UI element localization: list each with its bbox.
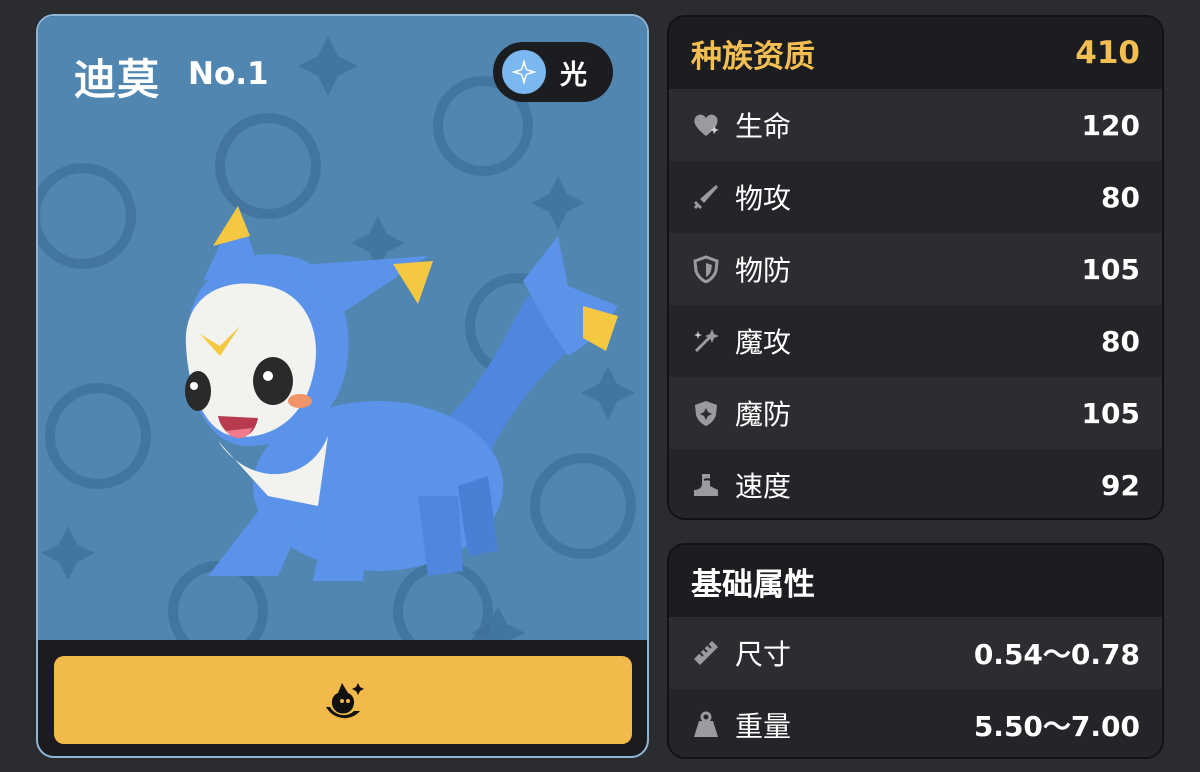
pet-silhouette-icon [326, 683, 364, 719]
stat-row-physical-defense: 物防 105 [669, 233, 1162, 305]
base-attributes-title: 基础属性 [691, 566, 815, 603]
heart-icon [691, 110, 721, 140]
attr-label: 重量 [735, 710, 792, 743]
stat-label: 生命 [735, 110, 792, 143]
pet-name: 迪莫 [74, 55, 161, 104]
species-stats-title: 种族资质 [691, 38, 815, 75]
base-attributes-header: 基础属性 [669, 545, 1162, 617]
attr-row-weight: 重量 5.50～7.00 [669, 689, 1162, 757]
magic-shield-icon [691, 398, 721, 428]
element-label: 光 [560, 59, 587, 91]
weight-icon [691, 710, 721, 740]
pet-number: No.1 [188, 56, 269, 92]
species-stats-header: 种族资质 410 [669, 17, 1162, 89]
light-element-icon [502, 50, 546, 94]
stat-value: 105 [1081, 396, 1140, 430]
pet-card: 迪莫 No.1 光 [36, 14, 649, 758]
magic-wand-icon [691, 326, 721, 356]
ruler-icon [691, 638, 721, 668]
species-stats-total: 410 [1075, 35, 1140, 71]
stat-label: 魔防 [735, 398, 792, 431]
stat-label: 魔攻 [735, 326, 792, 359]
stat-label: 物攻 [735, 182, 792, 215]
stat-row-hp: 生命 120 [669, 89, 1162, 161]
stat-value: 120 [1081, 108, 1140, 142]
pet-illustration [185, 206, 618, 581]
stat-value: 105 [1081, 252, 1140, 286]
stat-label: 速度 [735, 470, 792, 503]
base-attributes-panel: 基础属性 尺寸 0.54～0.78 重量 5.50～7.00 [667, 543, 1164, 759]
stat-value: 92 [1101, 468, 1140, 502]
stat-label: 物防 [735, 254, 792, 287]
stat-row-speed: 速度 92 [669, 449, 1162, 518]
boot-icon [691, 470, 721, 500]
stat-value: 80 [1101, 324, 1140, 358]
attr-label: 尺寸 [735, 638, 792, 671]
attr-row-size: 尺寸 0.54～0.78 [669, 617, 1162, 689]
attr-value: 0.54～0.78 [973, 638, 1140, 671]
species-stats-panel: 种族资质 410 生命 120 物攻 80 物防 105 魔攻 80 魔防 10… [667, 15, 1164, 520]
stat-row-physical-attack: 物攻 80 [669, 161, 1162, 233]
pet-art-area: 迪莫 No.1 光 [38, 16, 647, 640]
action-button[interactable] [54, 656, 632, 744]
stat-row-magic-defense: 魔防 105 [669, 377, 1162, 449]
stat-row-magic-attack: 魔攻 80 [669, 305, 1162, 377]
shield-icon [691, 254, 721, 284]
attr-value: 5.50～7.00 [973, 710, 1140, 743]
element-badge[interactable]: 光 [493, 42, 613, 102]
stat-value: 80 [1101, 180, 1140, 214]
sword-icon [691, 182, 721, 212]
